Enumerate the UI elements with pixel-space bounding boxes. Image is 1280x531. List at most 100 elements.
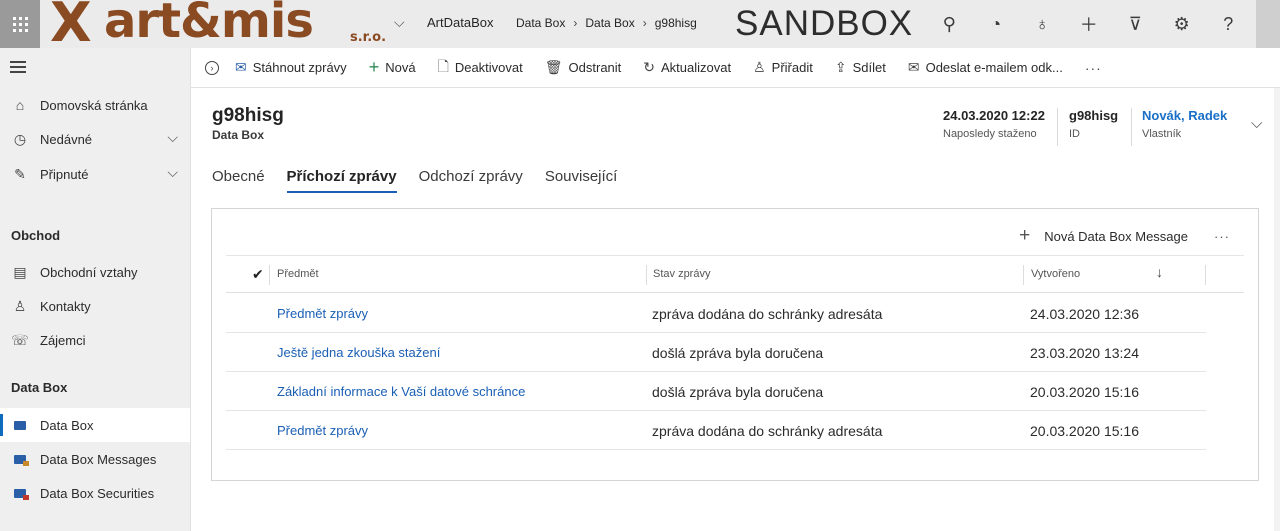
assign-button[interactable]: ♙ Přiřadit [753,59,813,76]
new-button[interactable]: + Nová [369,57,416,78]
sidebar-group-title: Data Box [11,380,68,395]
created-cell: 23.03.2020 13:24 [1030,345,1139,361]
home-icon: ⌂ [15,97,25,113]
column-header-subject[interactable]: Předmět [277,268,319,280]
deactivate-button[interactable]: 🗋 Deaktivovat [438,56,523,80]
sidebar-item-home[interactable]: ⌂ Domovská stránka [0,88,190,122]
share-button[interactable]: ⇪ Sdílet [835,59,886,76]
scrollbar[interactable] [1274,88,1280,531]
breadcrumb-item[interactable]: Data Box [585,16,634,30]
sidebar-item-label: Data Box Securities [40,485,155,501]
breadcrumb-item: g98hisg [654,16,697,30]
command-bar: › ✉ Stáhnout zprávy + Nová 🗋 Deaktivovat… [191,48,1280,88]
trash-icon: 🗑 [544,59,563,75]
table-row[interactable]: Ještě jedna zkouška stažení došlá zpráva… [226,333,1206,372]
gear-icon[interactable]: ⚙ [1159,14,1206,35]
pin-icon: ✎ [14,165,26,182]
header-field-last-downloaded: 24.03.2020 12:22 Naposledy staženo [943,108,1045,140]
chevron-right-icon: › [642,16,647,30]
sort-descending-icon[interactable]: ↓ [1156,264,1163,280]
table-row[interactable]: Základní informace k Vaší datové schránc… [226,372,1206,411]
owner-link[interactable]: Novák, Radek [1142,108,1227,123]
breadcrumb-item[interactable]: Data Box [516,16,565,30]
tab-outgoing-messages[interactable]: Odchozí zprávy [419,168,523,193]
sidebar-item-label: Obchodní vztahy [40,264,138,280]
header-field-id: g98hisg ID [1069,108,1119,140]
sidebar-item-data-box-securities[interactable]: Data Box Securities [0,476,190,510]
lightbulb-icon[interactable]: ♁ [1019,14,1066,35]
sidebar-item-leads[interactable]: ☏ Zájemci [0,323,190,357]
divider [1131,108,1132,146]
subject-link[interactable]: Předmět zprávy [277,306,368,321]
new-data-box-message-button[interactable]: Nová Data Box Message [1044,229,1188,244]
email-link-button[interactable]: ✉ Odeslat e-mailem odk... [908,59,1063,76]
more-commands-icon[interactable]: ··· [1085,60,1102,76]
header-field-owner: Novák, Radek Vlastník [1142,108,1228,140]
tab-general[interactable]: Obecné [212,168,265,193]
email-link-icon: ✉ [907,59,920,75]
sidebar-item-accounts[interactable]: ▤ Obchodní vztahy [0,255,190,289]
company-logo: X art&mis s.r.o. [50,0,387,54]
column-header-status[interactable]: Stav zprávy [653,268,710,280]
plus-icon[interactable]: ＋ [1066,11,1113,37]
sidebar-item-pinned[interactable]: ✎ Připnuté ⌵ [0,157,190,191]
status-cell: zpráva dodána do schránky adresáta [652,423,883,439]
folder-message-icon [14,455,29,466]
sidebar-item-data-box-messages[interactable]: Data Box Messages [0,442,190,476]
search-icon[interactable]: ⚲ [926,14,973,35]
refresh-button[interactable]: ↻ Aktualizovat [643,59,731,76]
sidebar-item-label: Nedávné [40,131,93,147]
divider [1205,265,1206,285]
hamburger-menu-icon[interactable] [10,61,26,76]
app-name[interactable]: ArtDataBox [427,15,493,30]
plus-icon: + [368,57,380,77]
chevron-down-icon[interactable]: ⌵ [394,14,405,31]
sidebar-item-label: Zájemci [40,332,86,348]
table-row[interactable]: Předmět zprávy zpráva dodána do schránky… [226,411,1206,450]
subject-link[interactable]: Základní informace k Vaší datové schránc… [277,384,525,399]
divider [646,265,647,285]
record-entity: Data Box [212,128,265,142]
tab-related[interactable]: Související [545,168,618,193]
app-launcher-icon[interactable] [0,0,40,48]
sidebar-item-data-box[interactable]: Data Box [0,408,190,442]
grid-header: ✔ Předmět Stav zprávy Vytvořeno ↓ [226,255,1244,293]
account-icon: ▤ [13,263,27,280]
folder-security-icon [14,489,29,500]
status-cell: zpráva dodána do schránky adresáta [652,306,883,322]
plus-icon[interactable]: + [1019,225,1030,247]
expand-icon[interactable]: › [205,60,219,75]
select-all-checkbox[interactable]: ✔ [252,266,264,283]
help-icon[interactable]: ? [1205,14,1252,35]
column-header-created[interactable]: Vytvořeno [1031,268,1080,280]
contact-icon: ♙ [13,297,27,314]
task-icon[interactable]: ◔ [973,14,1020,35]
tab-incoming-messages[interactable]: Příchozí zprávy [286,168,397,193]
status-cell: došlá zpráva byla doručena [652,345,824,361]
created-cell: 20.03.2020 15:16 [1030,423,1139,439]
created-cell: 20.03.2020 15:16 [1030,384,1139,400]
chevron-down-icon[interactable]: ⌵ [167,164,178,181]
assign-icon: ♙ [753,59,766,75]
account-avatar[interactable] [1256,0,1280,48]
sidebar-item-label: Připnuté [40,166,89,182]
more-options-icon[interactable]: ··· [1214,229,1230,244]
deactivate-icon: 🗋 [437,57,449,74]
created-cell: 24.03.2020 12:36 [1030,306,1139,322]
delete-button[interactable]: 🗑 Odstranit [545,59,622,76]
expand-header-icon[interactable]: ⌵ [1251,115,1262,132]
download-messages-button[interactable]: ✉ Stáhnout zprávy [235,59,347,76]
sidebar-item-label: Data Box Messages [40,451,157,467]
filter-icon[interactable]: ⊽ [1112,14,1159,35]
chevron-down-icon[interactable]: ⌵ [167,129,178,146]
sidebar-group-title: Obchod [11,228,61,243]
clock-icon: ◷ [13,130,27,147]
incoming-messages-subgrid: + Nová Data Box Message ··· ✔ Předmět St… [211,208,1259,481]
sidebar-item-recent[interactable]: ◷ Nedávné ⌵ [0,122,190,156]
subject-link[interactable]: Ještě jedna zkouška stažení [277,345,440,360]
table-row[interactable]: Předmět zprávy zpráva dodána do schránky… [226,294,1206,333]
sidebar-item-contacts[interactable]: ♙ Kontakty [0,289,190,323]
refresh-icon: ↻ [643,59,656,75]
share-icon: ⇪ [834,59,847,75]
subject-link[interactable]: Předmět zprávy [277,423,368,438]
